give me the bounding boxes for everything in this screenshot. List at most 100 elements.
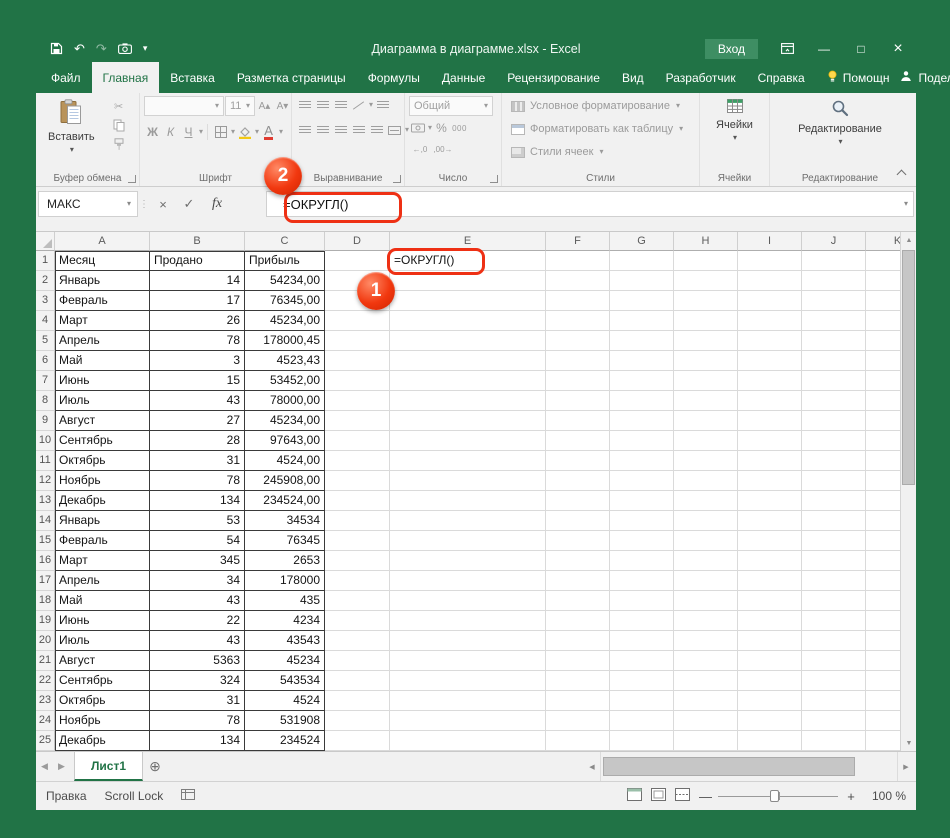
- cell-H15[interactable]: [674, 531, 738, 551]
- cell-D23[interactable]: [325, 691, 390, 711]
- cell-K4[interactable]: [866, 311, 900, 331]
- cell-J10[interactable]: [802, 431, 866, 451]
- cell-H10[interactable]: [674, 431, 738, 451]
- cell-B18[interactable]: 43: [150, 591, 245, 611]
- zoom-slider[interactable]: [718, 789, 838, 803]
- cell-E9[interactable]: [390, 411, 546, 431]
- cell-G23[interactable]: [610, 691, 674, 711]
- redo-icon[interactable]: ↷: [96, 42, 107, 55]
- style-button-0[interactable]: Условное форматирование ▾: [506, 96, 688, 116]
- cell-F11[interactable]: [546, 451, 610, 471]
- cell-K22[interactable]: [866, 671, 900, 691]
- cell-A12[interactable]: Ноябрь: [55, 471, 150, 491]
- normal-view-icon[interactable]: [627, 788, 642, 804]
- cell-D10[interactable]: [325, 431, 390, 451]
- cell-B16[interactable]: 345: [150, 551, 245, 571]
- cell-B10[interactable]: 28: [150, 431, 245, 451]
- cell-I22[interactable]: [738, 671, 802, 691]
- cell-I9[interactable]: [738, 411, 802, 431]
- cell-C6[interactable]: 4523,43: [245, 351, 325, 371]
- cell-B9[interactable]: 27: [150, 411, 245, 431]
- cell-G9[interactable]: [610, 411, 674, 431]
- cell-E17[interactable]: [390, 571, 546, 591]
- cell-K19[interactable]: [866, 611, 900, 631]
- row-header-22[interactable]: 22: [36, 671, 55, 691]
- cell-I11[interactable]: [738, 451, 802, 471]
- cell-E5[interactable]: [390, 331, 546, 351]
- cell-B14[interactable]: 53: [150, 511, 245, 531]
- cell-G7[interactable]: [610, 371, 674, 391]
- col-header-G[interactable]: G: [610, 232, 674, 251]
- cell-K1[interactable]: [866, 251, 900, 271]
- cell-I4[interactable]: [738, 311, 802, 331]
- cells-button[interactable]: Ячейки ▾: [708, 96, 761, 145]
- cell-I3[interactable]: [738, 291, 802, 311]
- cell-B17[interactable]: 34: [150, 571, 245, 591]
- cell-H11[interactable]: [674, 451, 738, 471]
- cell-E19[interactable]: [390, 611, 546, 631]
- cell-J4[interactable]: [802, 311, 866, 331]
- cell-B23[interactable]: 31: [150, 691, 245, 711]
- cell-G2[interactable]: [610, 271, 674, 291]
- align-top-button[interactable]: [296, 96, 313, 114]
- editing-button[interactable]: Редактирование ▾: [790, 96, 890, 149]
- cell-F22[interactable]: [546, 671, 610, 691]
- cell-J15[interactable]: [802, 531, 866, 551]
- cell-C16[interactable]: 2653: [245, 551, 325, 571]
- cell-A24[interactable]: Ноябрь: [55, 711, 150, 731]
- cell-E14[interactable]: [390, 511, 546, 531]
- cell-E24[interactable]: [390, 711, 546, 731]
- cell-A13[interactable]: Декабрь: [55, 491, 150, 511]
- cell-A6[interactable]: Май: [55, 351, 150, 371]
- cell-I21[interactable]: [738, 651, 802, 671]
- cell-F24[interactable]: [546, 711, 610, 731]
- cell-D7[interactable]: [325, 371, 390, 391]
- cell-F2[interactable]: [546, 271, 610, 291]
- cell-J6[interactable]: [802, 351, 866, 371]
- cell-C7[interactable]: 53452,00: [245, 371, 325, 391]
- row-header-3[interactable]: 3: [36, 291, 55, 311]
- cell-K20[interactable]: [866, 631, 900, 651]
- row-header-9[interactable]: 9: [36, 411, 55, 431]
- cell-A23[interactable]: Октябрь: [55, 691, 150, 711]
- cell-I10[interactable]: [738, 431, 802, 451]
- cell-D2[interactable]: [325, 271, 390, 291]
- row-header-1[interactable]: 1: [36, 251, 55, 271]
- cell-C10[interactable]: 97643,00: [245, 431, 325, 451]
- page-layout-view-icon[interactable]: [651, 788, 666, 804]
- cell-D21[interactable]: [325, 651, 390, 671]
- cell-B25[interactable]: 134: [150, 731, 245, 751]
- minimize-button[interactable]: —: [816, 42, 832, 56]
- cell-C8[interactable]: 78000,00: [245, 391, 325, 411]
- cell-J12[interactable]: [802, 471, 866, 491]
- cell-A15[interactable]: Февраль: [55, 531, 150, 551]
- cell-B1[interactable]: Продано: [150, 251, 245, 271]
- row-header-13[interactable]: 13: [36, 491, 55, 511]
- grow-font-button[interactable]: А▴: [256, 97, 273, 115]
- cell-H1[interactable]: [674, 251, 738, 271]
- cell-F5[interactable]: [546, 331, 610, 351]
- cell-B19[interactable]: 22: [150, 611, 245, 631]
- col-header-H[interactable]: H: [674, 232, 738, 251]
- cell-J9[interactable]: [802, 411, 866, 431]
- select-all-corner[interactable]: [36, 232, 55, 251]
- insert-function-icon[interactable]: fx: [202, 191, 232, 217]
- ribbon-tab-0[interactable]: Файл: [40, 62, 92, 93]
- cell-K16[interactable]: [866, 551, 900, 571]
- cell-G8[interactable]: [610, 391, 674, 411]
- cell-D19[interactable]: [325, 611, 390, 631]
- scroll-left-icon[interactable]: ◀: [584, 759, 600, 775]
- page-break-view-icon[interactable]: [675, 788, 690, 804]
- name-box-dropdown-icon[interactable]: ▾: [121, 200, 137, 208]
- next-sheet-icon[interactable]: ▶: [53, 761, 70, 772]
- cell-D8[interactable]: [325, 391, 390, 411]
- cell-C3[interactable]: 76345,00: [245, 291, 325, 311]
- style-button-1[interactable]: Форматировать как таблицу ▾: [506, 119, 688, 139]
- cell-D6[interactable]: [325, 351, 390, 371]
- ribbon-tab-7[interactable]: Вид: [611, 62, 655, 93]
- cell-J13[interactable]: [802, 491, 866, 511]
- cell-G14[interactable]: [610, 511, 674, 531]
- cell-G12[interactable]: [610, 471, 674, 491]
- cell-J16[interactable]: [802, 551, 866, 571]
- cell-H9[interactable]: [674, 411, 738, 431]
